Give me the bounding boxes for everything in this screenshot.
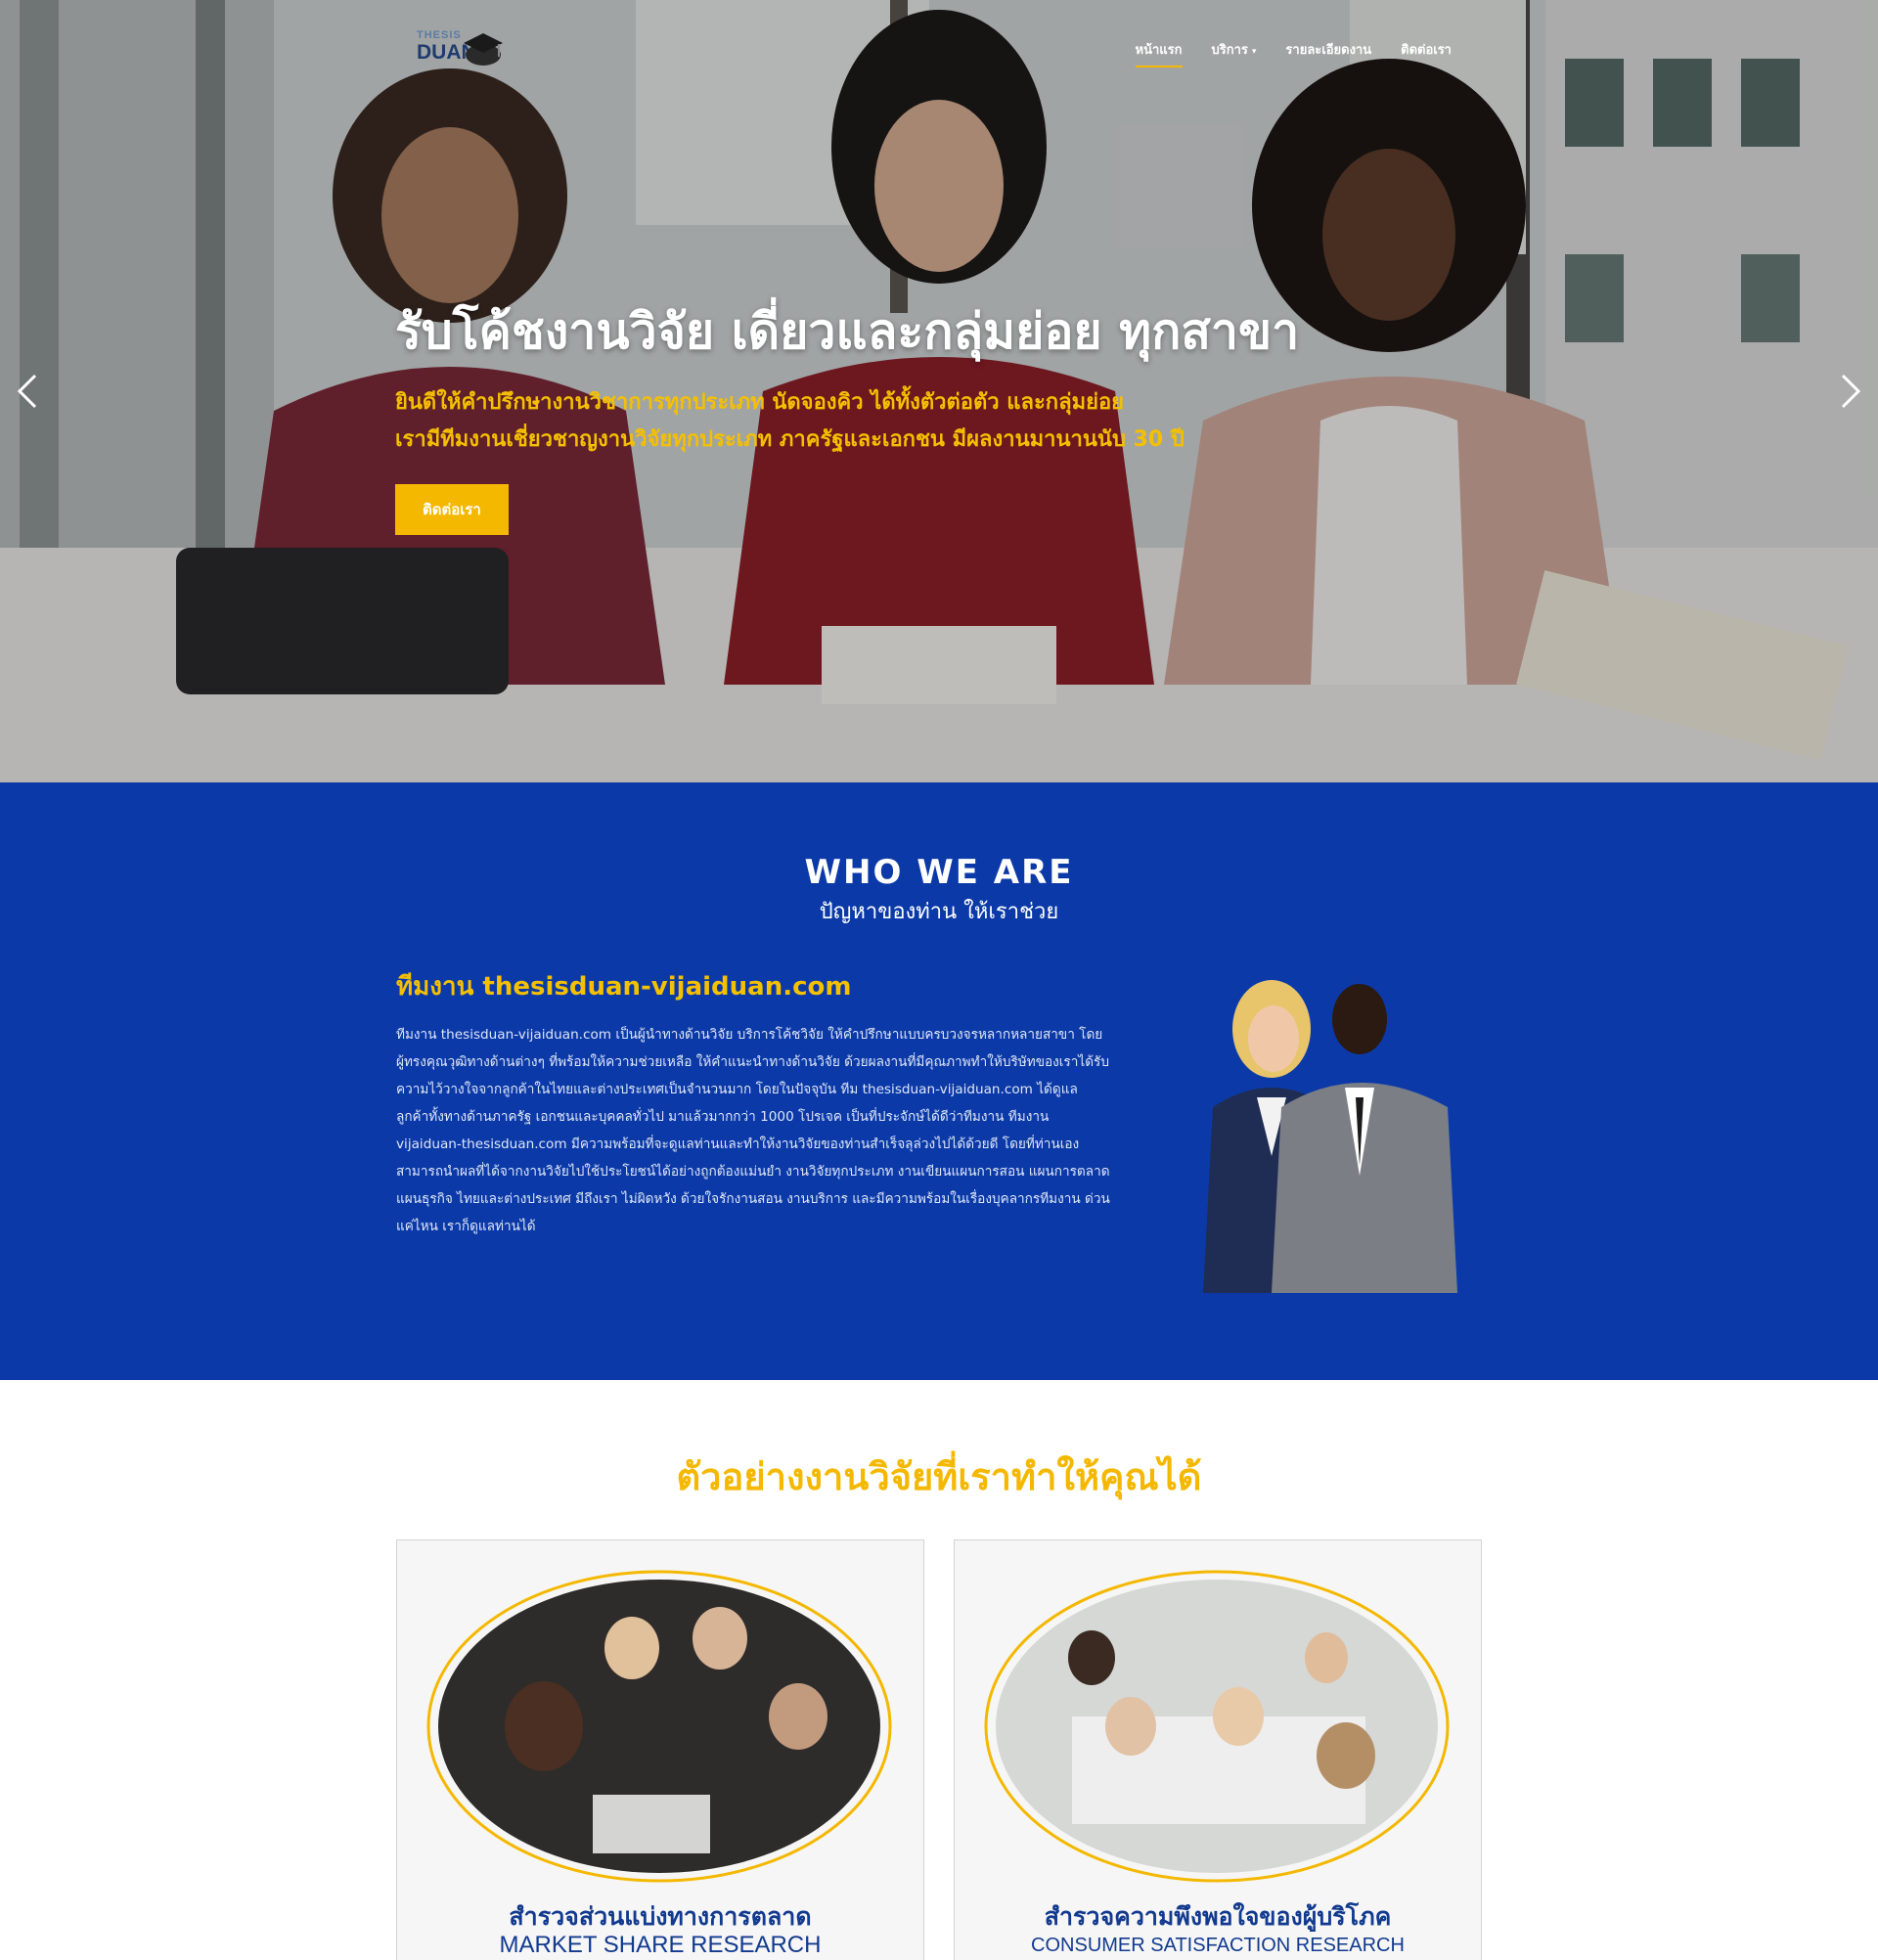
examples-section: ตัวอย่างงานวิจัยที่เราทำให้คุณได้ สำรวจส… [0, 1380, 1878, 1960]
hero-content: รับโค้ชงานวิจัย เดี่ยวและกลุ่มย่อย ทุกสา… [395, 293, 1471, 535]
hero-subtitle: ยินดีให้คำปรึกษางานวิชาการทุกประเภท นัดจ… [395, 384, 1471, 459]
nav-item-details[interactable]: รายละเอียดงาน [1285, 39, 1371, 67]
team-heading: ทีมงาน thesisduan-vijaiduan.com [396, 972, 852, 1002]
slider-next-arrow-icon[interactable] [1839, 372, 1862, 411]
example-card[interactable]: สำรวจความพึงพอใจของผู้บริโภค CONSUMER SA… [954, 1539, 1482, 1960]
hero-subtitle-line1: ยินดีให้คำปรึกษางานวิชาการทุกประเภท นัดจ… [395, 390, 1125, 415]
navbar: THESIS DUAN หน้าแรก บริการ ▾ รายละเอียดงา… [0, 0, 1878, 98]
hero-subtitle-line2: เรามีทีมงานเชี่ยวชาญงานวิจัยทุกประเภท ภา… [395, 427, 1185, 452]
card-title-th: สำรวจความพึงพอใจของผู้บริโภค [1044, 1902, 1392, 1931]
nav-item-home[interactable]: หน้าแรก [1135, 39, 1183, 67]
card-title-th: สำรวจส่วนแบ่งทางการตลาด [509, 1902, 812, 1931]
consumer-satisfaction-photo [984, 1570, 1450, 1883]
card-title-en: MARKET SHARE RESEARCH [499, 1932, 822, 1958]
site-logo[interactable]: THESIS DUAN [417, 27, 505, 70]
nav-item-services-label: บริการ [1211, 43, 1248, 58]
main-menu: หน้าแรก บริการ ▾ รายละเอียดงาน ติดต่อเรา [1135, 39, 1452, 67]
nav-item-services[interactable]: บริการ ▾ [1212, 39, 1257, 67]
who-subtitle: ปัญหาของท่าน ให้เราช่วย [819, 900, 1059, 924]
hero-title: รับโค้ชงานวิจัย เดี่ยวและกลุ่มย่อย ทุกสา… [395, 303, 1300, 360]
business-people-image [1203, 980, 1457, 1293]
logo-top-text: THESIS [417, 29, 462, 41]
market-share-photo [426, 1570, 892, 1883]
examples-title: ตัวอย่างงานวิจัยที่เราทำให้คุณได้ [676, 1455, 1202, 1498]
chevron-down-icon: ▾ [1251, 47, 1257, 57]
contact-button[interactable]: ติดต่อเรา [395, 484, 509, 535]
card-title-en: CONSUMER SATISFACTION RESEARCH [1031, 1935, 1405, 1956]
team-description: ทีมงาน thesisduan-vijaiduan.com เป็นผู้น… [396, 1027, 1110, 1234]
who-we-are-section: WHO WE ARE ปัญหาของท่าน ให้เราช่วย ทีมงา… [0, 782, 1878, 1380]
who-title: WHO WE ARE [804, 853, 1074, 892]
nav-item-contact[interactable]: ติดต่อเรา [1401, 39, 1452, 67]
example-card[interactable]: สำรวจส่วนแบ่งทางการตลาด MARKET SHARE RES… [396, 1539, 924, 1960]
slider-prev-arrow-icon[interactable] [16, 372, 39, 411]
hero-slider: THESIS DUAN หน้าแรก บริการ ▾ รายละเอียดงา… [0, 0, 1878, 782]
graduation-cap-icon [464, 33, 503, 66]
